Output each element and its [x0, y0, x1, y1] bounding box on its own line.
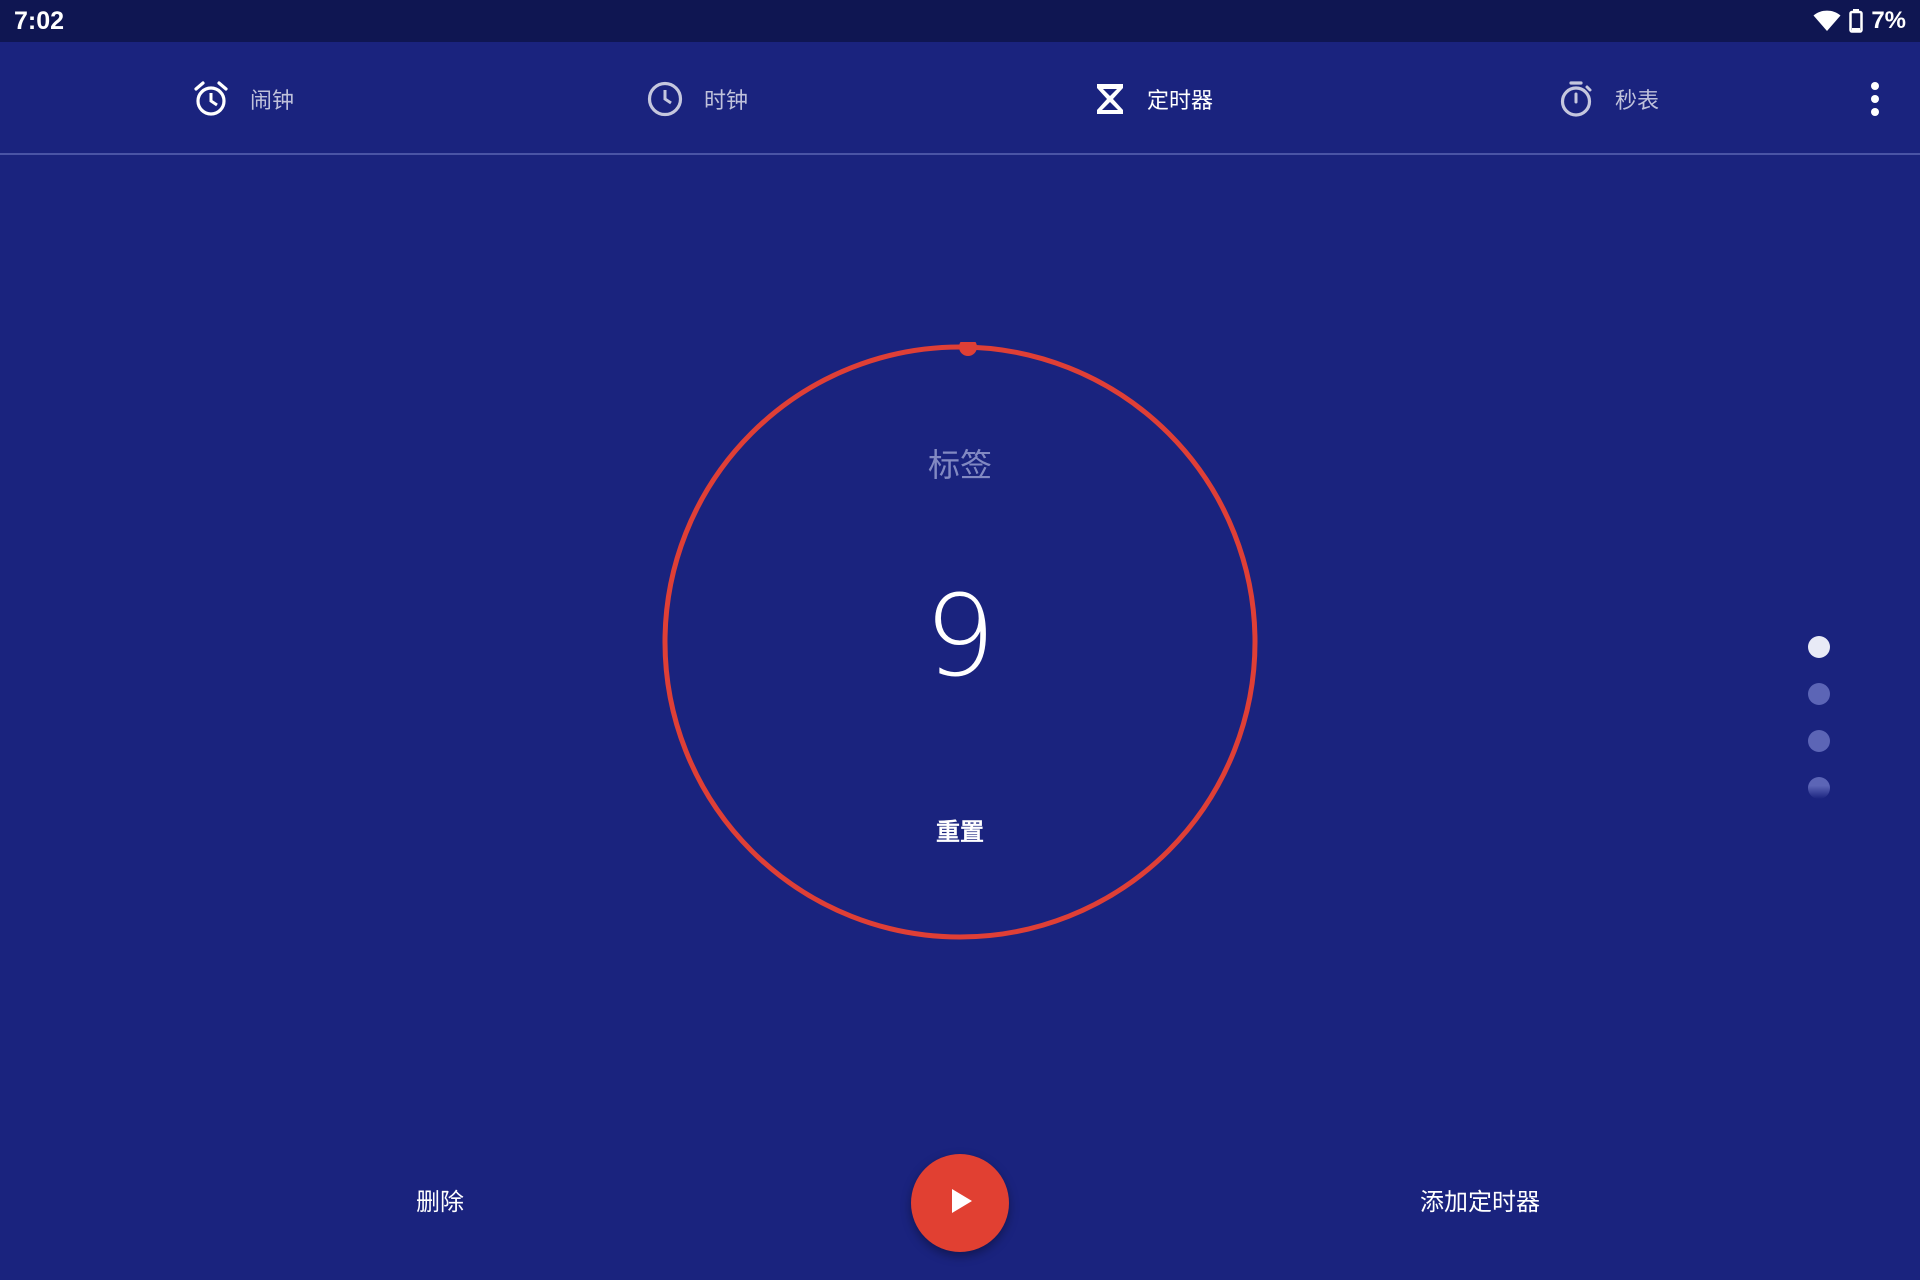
timer-label[interactable]: 标签 — [660, 440, 1260, 486]
wifi-icon — [1813, 10, 1841, 32]
status-icons: 7% — [1813, 7, 1906, 35]
reset-button[interactable]: 重置 — [890, 802, 1030, 862]
tab-bar: 闹钟 时钟 定时器 秒表 — [0, 42, 1920, 155]
battery-percentage: 7% — [1871, 7, 1906, 34]
timer-dial[interactable]: 标签 9 重置 — [660, 342, 1260, 942]
alarm-clock-icon — [192, 80, 230, 118]
tab-stopwatch[interactable]: 秒表 — [1557, 42, 1659, 155]
stopwatch-icon — [1557, 80, 1595, 118]
tab-alarm-label: 闹钟 — [250, 88, 295, 114]
add-timer-button[interactable]: 添加定时器 — [1380, 1172, 1580, 1232]
tab-alarm[interactable]: 闹钟 — [192, 42, 294, 155]
page-dot-3 — [1808, 730, 1830, 752]
tab-stopwatch-label: 秒表 — [1615, 88, 1660, 114]
clock-icon — [646, 80, 684, 118]
more-vertical-icon[interactable] — [1860, 78, 1890, 120]
tab-timer-label: 定时器 — [1147, 88, 1214, 114]
battery-icon — [1849, 9, 1864, 33]
status-time: 7:02 — [14, 6, 65, 35]
page-dot-4 — [1808, 777, 1830, 799]
play-button[interactable] — [911, 1154, 1009, 1252]
delete-button[interactable]: 删除 — [380, 1172, 500, 1232]
tab-clock[interactable]: 时钟 — [646, 42, 748, 155]
page-indicator — [1808, 636, 1832, 806]
timer-remaining-time: 9 — [924, 572, 996, 702]
status-bar: 7:02 7% — [0, 0, 1920, 42]
page-dot-2 — [1808, 683, 1830, 705]
tab-timer[interactable]: 定时器 — [1093, 42, 1213, 155]
hourglass-icon — [1093, 82, 1127, 116]
play-icon — [945, 1186, 975, 1220]
page-dot-1 — [1808, 636, 1830, 658]
tab-clock-label: 时钟 — [704, 88, 749, 114]
progress-marker — [959, 342, 977, 356]
